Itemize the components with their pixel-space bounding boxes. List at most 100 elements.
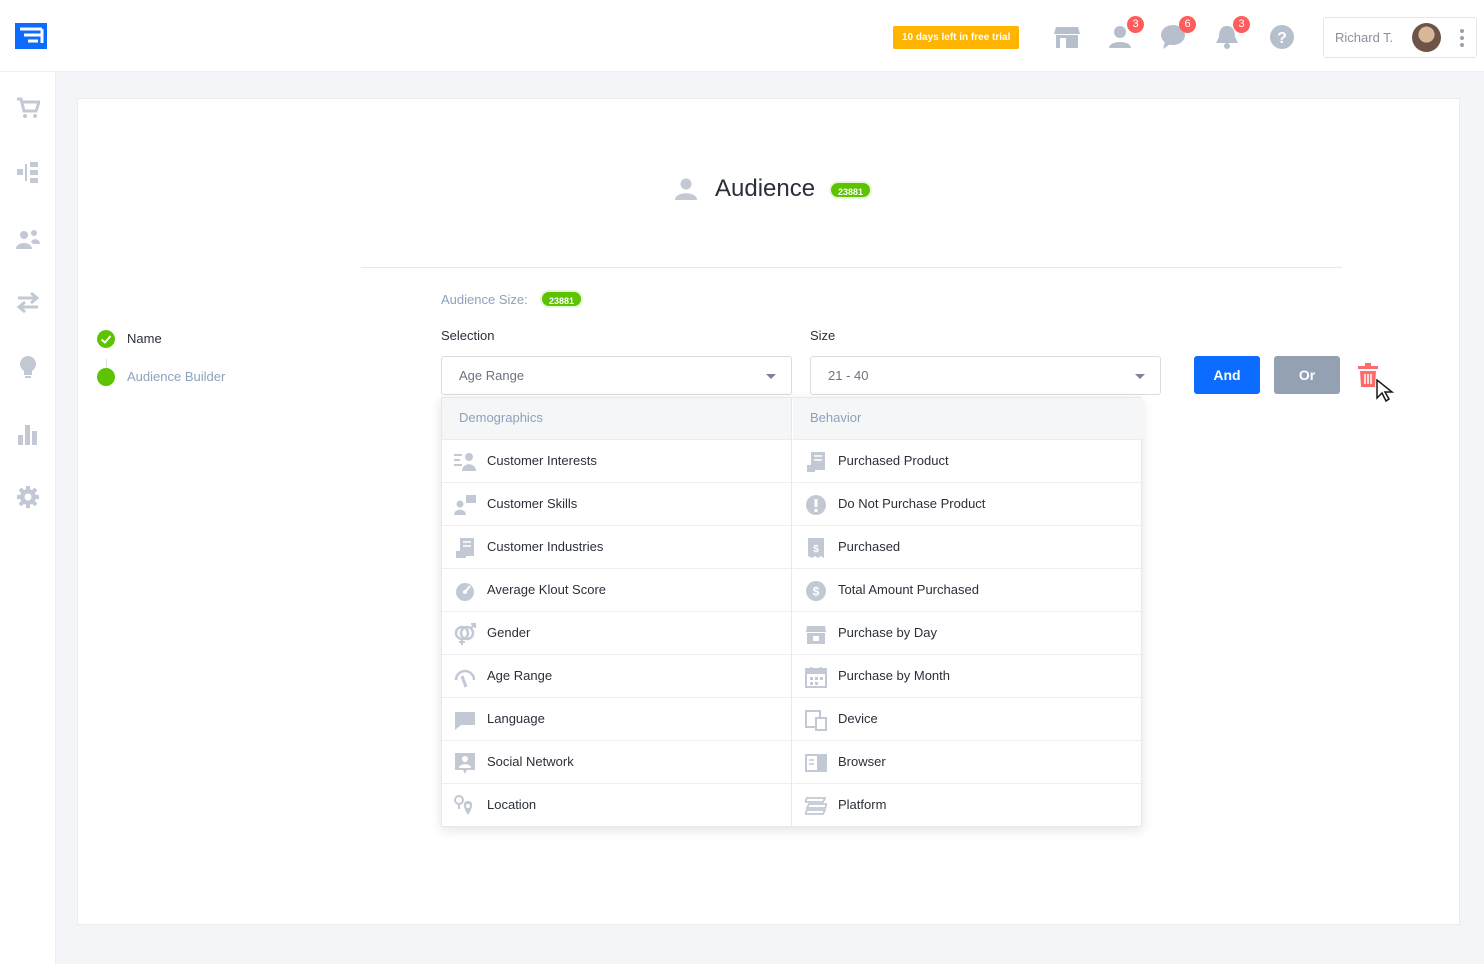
- menu-item-purchased[interactable]: $ Purchased: [793, 526, 1143, 569]
- menu-item-do-not-purchase-product[interactable]: Do Not Purchase Product: [793, 483, 1143, 526]
- lightbulb-icon[interactable]: [16, 355, 40, 379]
- industries-icon: [456, 538, 474, 558]
- menu-item-age-range[interactable]: Age Range: [442, 655, 791, 698]
- behavior-header: Behavior: [793, 398, 1143, 440]
- skills-icon: [454, 495, 476, 515]
- selection-label: Selection: [441, 328, 495, 343]
- menu-item-label: Total Amount Purchased: [838, 582, 979, 597]
- top-bar: 10 days left in free trial 3 6 3 ? Richa…: [0, 0, 1484, 72]
- selection-dropdown[interactable]: Age Range: [441, 356, 792, 395]
- hierarchy-icon[interactable]: [16, 160, 40, 184]
- social-icon: [455, 753, 475, 774]
- menu-item-average-klout-score[interactable]: Average Klout Score: [442, 569, 791, 612]
- audience-size-badge: 23881: [540, 290, 584, 308]
- brand-logo-icon[interactable]: [13, 21, 49, 51]
- platform-icon: [805, 797, 827, 815]
- menu-item-label: Age Range: [487, 668, 553, 683]
- audience-size-label: Audience Size:: [441, 292, 528, 307]
- alert-icon: [806, 495, 826, 515]
- menu-item-label: Location: [487, 797, 537, 812]
- avatar: [1412, 23, 1441, 52]
- menu-item-location[interactable]: Location: [442, 784, 791, 827]
- users-badge: 3: [1127, 16, 1144, 33]
- menu-item-label: Social Network: [487, 754, 574, 769]
- menu-item-purchase-by-day[interactable]: Purchase by Day: [793, 612, 1143, 655]
- selection-menu: Demographics Customer Interests Customer…: [441, 397, 1143, 827]
- bar-chart-icon[interactable]: [16, 422, 40, 446]
- menu-item-label: Language: [487, 711, 545, 726]
- menu-item-label: Purchase by Month: [838, 668, 951, 683]
- menu-item-label: Purchased: [838, 539, 901, 554]
- svg-text:?: ?: [1277, 30, 1287, 47]
- demographics-column: Demographics Customer Interests Customer…: [442, 398, 792, 826]
- menu-item-purchase-by-month[interactable]: Purchase by Month: [793, 655, 1143, 698]
- step-name-label: Name: [127, 331, 162, 346]
- klout-icon: [456, 583, 474, 601]
- menu-item-label: Platform: [838, 797, 887, 812]
- product-icon: [807, 452, 825, 472]
- person-icon: [675, 178, 697, 200]
- chevron-down-icon: [1135, 374, 1145, 379]
- menu-item-device[interactable]: Device: [793, 698, 1143, 741]
- menu-item-label: Purchase by Day: [838, 625, 937, 640]
- menu-item-customer-skills[interactable]: Customer Skills: [442, 483, 791, 526]
- menu-item-label: Customer Interests: [487, 453, 597, 468]
- trial-badge[interactable]: 10 days left in free trial: [893, 26, 1020, 49]
- demographics-header: Demographics: [442, 398, 791, 440]
- cart-icon[interactable]: [16, 96, 40, 120]
- divider: [361, 267, 1342, 268]
- menu-item-purchased-product[interactable]: Purchased Product: [793, 440, 1143, 483]
- audience-card: Audience 23881 Name Audience Builder Aud…: [77, 98, 1460, 925]
- menu-item-gender[interactable]: Gender: [442, 612, 791, 655]
- interests-icon: [454, 453, 476, 471]
- check-circle-icon: [97, 330, 115, 348]
- step-audience-builder-label: Audience Builder: [127, 369, 226, 384]
- behavior-column: Behavior Purchased Product Do Not Purcha…: [793, 398, 1143, 826]
- users-button[interactable]: 3: [1108, 16, 1144, 50]
- transfer-icon[interactable]: [16, 290, 40, 314]
- chevron-down-icon: [766, 374, 776, 379]
- user-name: Richard T.: [1335, 30, 1394, 45]
- active-step-dot: [97, 368, 115, 386]
- notifications-badge: 3: [1233, 16, 1250, 33]
- svg-text:$: $: [813, 544, 819, 555]
- menu-item-label: Purchased Product: [838, 453, 949, 468]
- selection-value: Age Range: [459, 368, 525, 383]
- and-button[interactable]: And: [1194, 356, 1260, 394]
- menu-item-social-network[interactable]: Social Network: [442, 741, 791, 784]
- device-icon: [805, 710, 827, 731]
- menu-item-language[interactable]: Language: [442, 698, 791, 741]
- menu-item-label: Customer Industries: [487, 539, 604, 554]
- user-menu[interactable]: Richard T.: [1323, 17, 1477, 58]
- size-label: Size: [810, 328, 836, 343]
- messages-badge: 6: [1179, 16, 1196, 33]
- help-icon[interactable]: ?: [1269, 24, 1297, 50]
- messages-button[interactable]: 6: [1160, 16, 1196, 50]
- sidebar: [0, 72, 56, 964]
- store-icon[interactable]: [1053, 24, 1081, 50]
- audience-count-badge: 23881: [829, 181, 873, 199]
- team-icon[interactable]: [16, 227, 40, 251]
- menu-item-platform[interactable]: Platform: [793, 784, 1143, 827]
- location-icon: [454, 795, 473, 815]
- age-icon: [454, 669, 476, 688]
- notifications-button[interactable]: 3: [1214, 16, 1250, 50]
- menu-item-total-amount-purchased[interactable]: $ Total Amount Purchased: [793, 569, 1143, 612]
- menu-item-customer-interests[interactable]: Customer Interests: [442, 440, 791, 483]
- menu-item-label: Do Not Purchase Product: [838, 496, 986, 511]
- receipt-icon: $: [808, 538, 824, 558]
- menu-item-label: Gender: [487, 625, 531, 640]
- or-button[interactable]: Or: [1274, 356, 1340, 394]
- menu-item-browser[interactable]: Browser: [793, 741, 1143, 784]
- mouse-cursor-icon: [1376, 379, 1395, 403]
- size-value: 21 - 40: [828, 368, 869, 383]
- menu-item-label: Browser: [838, 754, 886, 769]
- menu-item-customer-industries[interactable]: Customer Industries: [442, 526, 791, 569]
- dollar-icon: $: [806, 581, 826, 601]
- kebab-menu-icon[interactable]: [1460, 29, 1464, 47]
- size-dropdown[interactable]: 21 - 40: [810, 356, 1161, 395]
- page-header: Audience 23881: [78, 175, 1459, 205]
- settings-gear-icon[interactable]: [16, 485, 40, 509]
- menu-item-label: Device: [838, 711, 878, 726]
- svg-text:$: $: [813, 585, 820, 599]
